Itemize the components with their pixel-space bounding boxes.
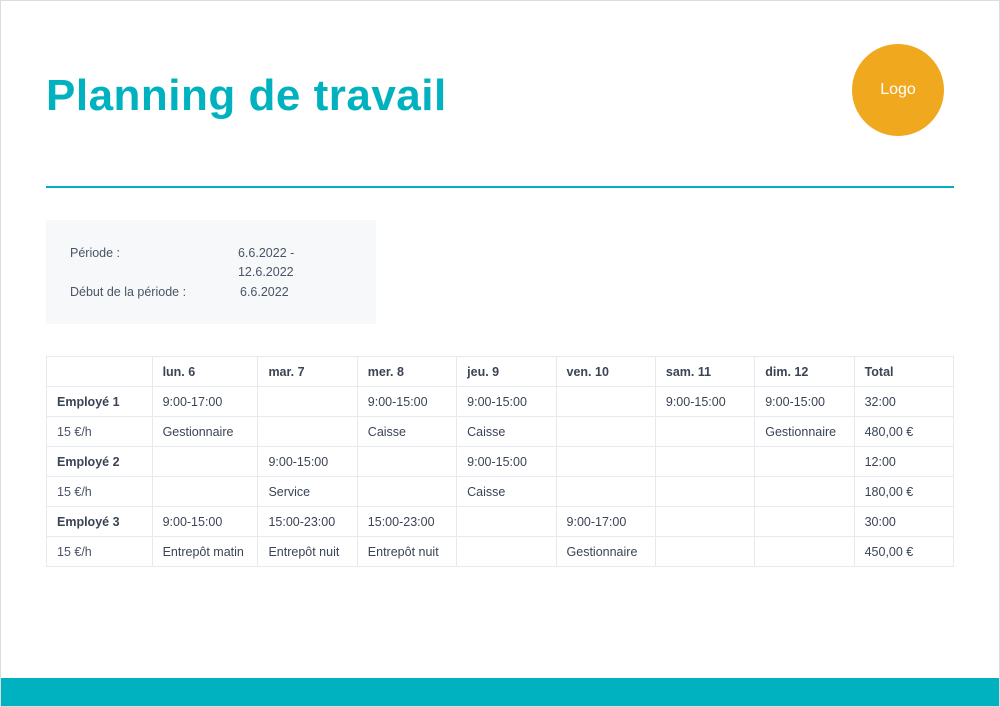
cell-role xyxy=(655,537,754,567)
cell-hours: 9:00-15:00 xyxy=(152,507,258,537)
cell-role: Gestionnaire xyxy=(556,537,655,567)
table-row: Employé 1 9:00-17:00 9:00-15:00 9:00-15:… xyxy=(47,387,954,417)
cell-role xyxy=(556,417,655,447)
cell-hours xyxy=(755,507,854,537)
cell-hours: 9:00-15:00 xyxy=(655,387,754,417)
cell-total-hours: 12:00 xyxy=(854,447,953,477)
period-start-label: Début de la période : xyxy=(70,283,240,302)
cell-role: Entrepôt nuit xyxy=(357,537,456,567)
cell-hours: 15:00-23:00 xyxy=(258,507,357,537)
cell-hours: 9:00-15:00 xyxy=(755,387,854,417)
logo-placeholder: Logo xyxy=(852,44,944,136)
cell-role xyxy=(755,477,854,507)
period-label: Période : xyxy=(70,244,238,283)
cell-hours xyxy=(457,507,556,537)
col-fri: ven. 10 xyxy=(556,357,655,387)
cell-role xyxy=(655,417,754,447)
col-tue: mar. 7 xyxy=(258,357,357,387)
cell-hours xyxy=(556,387,655,417)
cell-total-hours: 32:00 xyxy=(854,387,953,417)
col-sun: dim. 12 xyxy=(755,357,854,387)
table-header-row: lun. 6 mar. 7 mer. 8 jeu. 9 ven. 10 sam.… xyxy=(47,357,954,387)
cell-hours xyxy=(655,507,754,537)
cell-hours xyxy=(755,447,854,477)
page-title: Planning de travail xyxy=(46,71,447,121)
cell-hours xyxy=(258,387,357,417)
table-row: 15 €/h Entrepôt matin Entrepôt nuit Entr… xyxy=(47,537,954,567)
employee-rate: 15 €/h xyxy=(47,477,153,507)
cell-role xyxy=(755,537,854,567)
cell-hours: 15:00-23:00 xyxy=(357,507,456,537)
cell-hours: 9:00-15:00 xyxy=(457,447,556,477)
employee-name: Employé 3 xyxy=(47,507,153,537)
table-row: Employé 2 9:00-15:00 9:00-15:00 12:00 xyxy=(47,447,954,477)
cell-role xyxy=(556,477,655,507)
cell-hours xyxy=(357,447,456,477)
cell-role: Service xyxy=(258,477,357,507)
cell-hours: 9:00-15:00 xyxy=(457,387,556,417)
cell-hours xyxy=(655,447,754,477)
cell-role: Caisse xyxy=(357,417,456,447)
table-row: 15 €/h Gestionnaire Caisse Caisse Gestio… xyxy=(47,417,954,447)
footer-bar xyxy=(1,678,999,706)
col-total: Total xyxy=(854,357,953,387)
table-row: Employé 3 9:00-15:00 15:00-23:00 15:00-2… xyxy=(47,507,954,537)
employee-rate: 15 €/h xyxy=(47,417,153,447)
period-start-value: 6.6.2022 xyxy=(240,283,289,302)
cell-total-hours: 30:00 xyxy=(854,507,953,537)
col-mon: lun. 6 xyxy=(152,357,258,387)
col-sat: sam. 11 xyxy=(655,357,754,387)
schedule-table: lun. 6 mar. 7 mer. 8 jeu. 9 ven. 10 sam.… xyxy=(46,356,954,567)
employee-name: Employé 2 xyxy=(47,447,153,477)
col-wed: mer. 8 xyxy=(357,357,456,387)
cell-role xyxy=(152,477,258,507)
cell-total-pay: 450,00 € xyxy=(854,537,953,567)
col-thu: jeu. 9 xyxy=(457,357,556,387)
cell-role xyxy=(357,477,456,507)
cell-hours: 9:00-15:00 xyxy=(258,447,357,477)
table-row: 15 €/h Service Caisse 180,00 € xyxy=(47,477,954,507)
employee-name: Employé 1 xyxy=(47,387,153,417)
cell-role: Caisse xyxy=(457,477,556,507)
cell-hours xyxy=(152,447,258,477)
cell-role xyxy=(655,477,754,507)
period-info-box: Période : 6.6.2022 - 12.6.2022 Début de … xyxy=(46,220,376,324)
cell-role: Entrepôt nuit xyxy=(258,537,357,567)
cell-role: Gestionnaire xyxy=(152,417,258,447)
cell-role: Caisse xyxy=(457,417,556,447)
period-value: 6.6.2022 - 12.6.2022 xyxy=(238,244,352,283)
cell-hours: 9:00-17:00 xyxy=(556,507,655,537)
divider xyxy=(46,186,954,188)
cell-total-pay: 480,00 € xyxy=(854,417,953,447)
col-blank xyxy=(47,357,153,387)
cell-role xyxy=(457,537,556,567)
cell-role: Entrepôt matin xyxy=(152,537,258,567)
employee-rate: 15 €/h xyxy=(47,537,153,567)
cell-hours xyxy=(556,447,655,477)
cell-role: Gestionnaire xyxy=(755,417,854,447)
cell-hours: 9:00-15:00 xyxy=(357,387,456,417)
cell-hours: 9:00-17:00 xyxy=(152,387,258,417)
cell-total-pay: 180,00 € xyxy=(854,477,953,507)
cell-role xyxy=(258,417,357,447)
